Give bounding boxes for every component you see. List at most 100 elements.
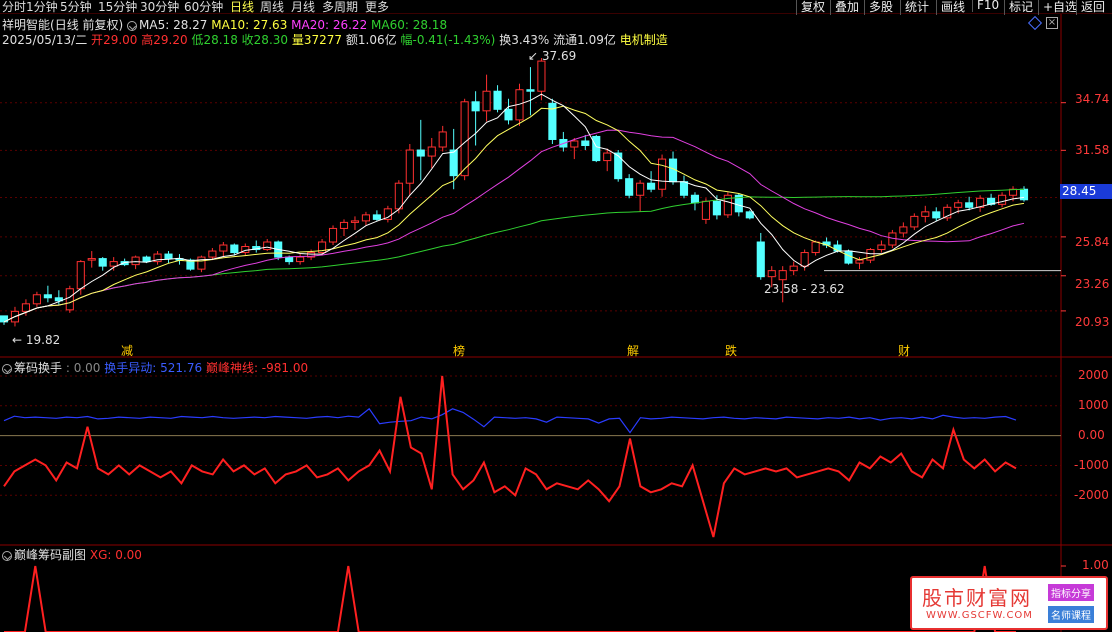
candle-body xyxy=(811,241,820,254)
candle-body xyxy=(109,261,118,267)
candle-body xyxy=(910,215,919,228)
price-axis-label: 34.74 xyxy=(1075,92,1110,106)
candle-body xyxy=(789,265,798,272)
candle-body xyxy=(603,152,612,162)
candle-body xyxy=(328,227,338,243)
candle-body xyxy=(219,244,228,252)
price-axis-label: 23.26 xyxy=(1075,277,1110,291)
candle-body xyxy=(954,202,963,208)
event-marker-unlock[interactable]: 解 xyxy=(627,342,639,359)
candle-body xyxy=(767,270,776,278)
price-axis-label: 25.84 xyxy=(1075,235,1110,249)
candle-body xyxy=(427,146,436,157)
price-axis-label: 31.58 xyxy=(1075,143,1110,157)
ma20-line xyxy=(3,129,1025,323)
watermark-main-text: 股市财富网 xyxy=(922,586,1032,610)
candle-body xyxy=(778,270,787,281)
indicator1-series2: 巅峰神线: -981.00 xyxy=(205,361,309,375)
indicator1-value: : 0.00 xyxy=(65,361,101,375)
current-price-tag: 28.45 xyxy=(1060,184,1112,199)
candle-body xyxy=(745,211,754,219)
ind2-axis-label: 1.00 xyxy=(1082,558,1109,572)
range-annotation: 23.58 - 23.62 xyxy=(764,282,845,296)
candle-body xyxy=(416,149,425,157)
indicator2-title: 巅峰筹码副图 xyxy=(14,548,87,562)
peak-god-line xyxy=(3,375,1017,538)
candle-body xyxy=(372,214,381,220)
indicator1-title: 筹码换手 xyxy=(14,361,63,375)
candle-body xyxy=(285,256,294,263)
candle-body xyxy=(65,288,74,311)
candle-body xyxy=(361,214,371,222)
event-marker-reduce[interactable]: 减 xyxy=(121,342,133,359)
low-annotation-value: 19.82 xyxy=(25,333,61,347)
candle-body xyxy=(32,294,41,305)
candle-body xyxy=(899,226,908,234)
watermark-tag2: 名师课程 xyxy=(1048,606,1094,623)
ind1-axis-label: 0.00 xyxy=(1078,428,1105,442)
event-marker-list[interactable]: 榜 xyxy=(453,342,465,359)
candle-body xyxy=(625,178,634,196)
candle-body xyxy=(197,256,206,270)
ind1-axis-label: 2000 xyxy=(1078,368,1109,382)
candle-body xyxy=(701,200,711,220)
indicator1-header: 筹码换手 : 0.00 换手异动: 521.76 巅峰神线: -981.00 xyxy=(2,359,308,376)
ma5-line xyxy=(3,93,1025,323)
candle-body xyxy=(921,211,930,217)
candle-body xyxy=(504,108,513,121)
candle-body xyxy=(690,194,700,204)
candle-body xyxy=(43,294,52,299)
candle-body xyxy=(350,220,360,223)
candle-body xyxy=(614,152,623,180)
candle-body xyxy=(263,241,272,251)
candle-body xyxy=(438,131,447,148)
candle-body xyxy=(98,258,107,267)
kline-chart[interactable] xyxy=(0,0,1112,632)
candle-body xyxy=(679,181,689,196)
indicator2-layer xyxy=(4,565,1016,632)
event-marker-drop[interactable]: 跌 xyxy=(725,342,737,359)
ma10-line xyxy=(3,105,1025,323)
event-marker-finance[interactable]: 财 xyxy=(898,342,910,359)
candle-body xyxy=(230,244,239,254)
candle-body xyxy=(164,253,173,260)
low-annotation: ← 19.82 xyxy=(12,333,61,347)
ind1-axis-label: -1000 xyxy=(1074,458,1109,472)
candle-body xyxy=(712,200,721,216)
candle-body xyxy=(636,182,645,196)
candle-body xyxy=(460,101,469,177)
candle-body xyxy=(339,221,349,229)
candle-body xyxy=(965,202,974,208)
indicator-menu-icon[interactable] xyxy=(2,550,12,561)
candle-body xyxy=(471,101,480,112)
ind1-axis-label: -2000 xyxy=(1074,488,1109,502)
candle-body xyxy=(482,90,491,112)
ma-lines-layer xyxy=(3,93,1061,323)
candle-body xyxy=(131,256,140,266)
candle-body xyxy=(647,182,656,190)
candle-body xyxy=(76,261,85,290)
indicator-menu-icon[interactable] xyxy=(2,363,12,374)
candle-body xyxy=(208,250,217,258)
indicator1-series1: 换手异动: 521.76 xyxy=(104,361,203,375)
candle-body xyxy=(296,256,305,263)
peak-chip-line xyxy=(4,565,1016,632)
indicator1-layer xyxy=(3,375,1017,538)
candle-body xyxy=(800,252,809,267)
candle-body xyxy=(581,140,590,147)
indicator2-header: 巅峰筹码副图 XG: 0.00 xyxy=(2,546,142,563)
candle-body xyxy=(756,241,765,278)
candle-body xyxy=(855,259,864,264)
watermark-logo: 股市财富网 WWW.GSCFW.COM 指标分享 名师课程 xyxy=(910,576,1108,630)
watermark-tag1: 指标分享 xyxy=(1048,584,1094,601)
candle-body xyxy=(592,135,601,162)
high-annotation-value: 37.69 xyxy=(541,49,577,63)
watermark-url: WWW.GSCFW.COM xyxy=(926,610,1033,621)
candle-body xyxy=(537,60,546,92)
candle-body xyxy=(449,149,458,177)
price-axis-label: 20.93 xyxy=(1075,315,1110,329)
candle-body xyxy=(866,249,875,261)
candle-body xyxy=(493,90,502,110)
candle-body xyxy=(877,244,886,251)
candle-body xyxy=(405,149,414,184)
